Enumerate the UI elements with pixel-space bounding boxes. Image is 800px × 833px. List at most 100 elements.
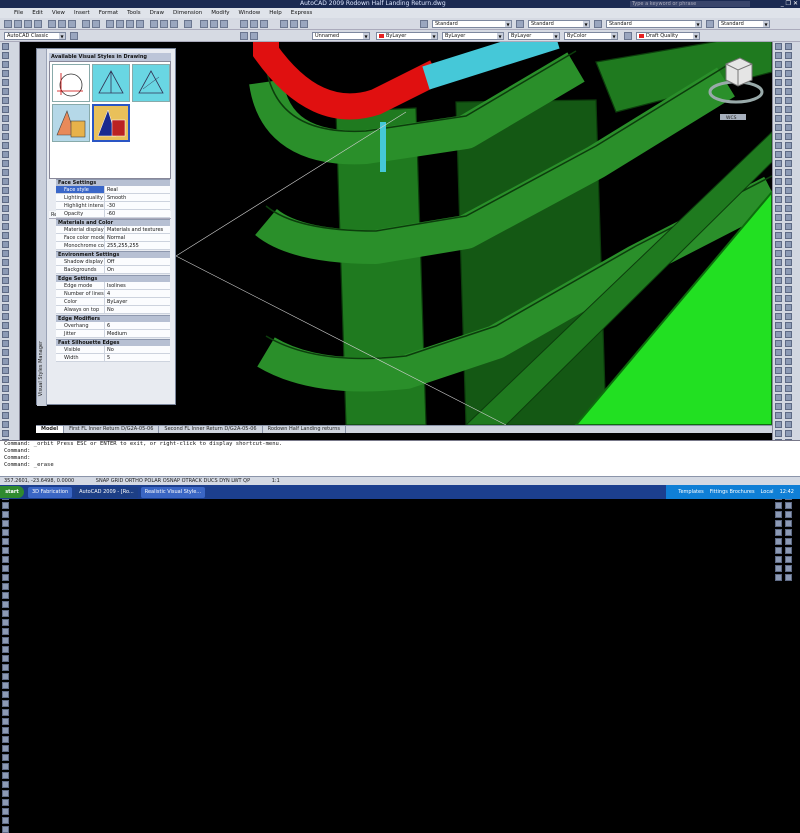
draw-tool-icon[interactable]: [2, 430, 9, 437]
modify-tool-icon[interactable]: [775, 214, 782, 221]
mleader-style-icon[interactable]: [706, 20, 714, 28]
modify-tool-icon[interactable]: [775, 142, 782, 149]
modify-tool-icon[interactable]: [775, 502, 782, 509]
table-style-select[interactable]: Standard ▼: [606, 20, 702, 28]
draw-tool-icon[interactable]: [2, 250, 9, 257]
draw-tool-icon[interactable]: [2, 106, 9, 113]
property-value[interactable]: 5: [104, 354, 170, 361]
draw-tool-icon[interactable]: [2, 385, 9, 392]
modify-tool-icon[interactable]: [785, 322, 792, 329]
layout-tab[interactable]: Second FL Inner Return D/G2A-05-06: [159, 426, 263, 433]
modify-tool-icon[interactable]: [785, 187, 792, 194]
modify-tool-icon[interactable]: [775, 547, 782, 554]
draw-tool-icon[interactable]: [2, 178, 9, 185]
modify-tool-icon[interactable]: [785, 124, 792, 131]
menu-tools[interactable]: Tools: [127, 10, 141, 16]
modify-tool-icon[interactable]: [785, 97, 792, 104]
modify-tool-icon[interactable]: [785, 106, 792, 113]
style-thumb-realistic[interactable]: [92, 104, 130, 142]
modify-tool-icon[interactable]: [785, 241, 792, 248]
modify-tool-icon[interactable]: [775, 538, 782, 545]
draw-tool-icon[interactable]: [2, 673, 9, 680]
draw-tool-icon[interactable]: [2, 295, 9, 302]
color-select[interactable]: ByLayer ▼: [376, 32, 438, 40]
modify-tool-icon[interactable]: [785, 556, 792, 563]
property-value[interactable]: 6: [104, 322, 170, 329]
draw-tool-icon[interactable]: [2, 583, 9, 590]
draw-tool-icon[interactable]: [2, 88, 9, 95]
draw-tool-icon[interactable]: [2, 637, 9, 644]
property-value[interactable]: Materials and textures: [104, 226, 170, 233]
modify-tool-icon[interactable]: [775, 160, 782, 167]
modify-tool-icon[interactable]: [785, 565, 792, 572]
modify-tool-icon[interactable]: [775, 511, 782, 518]
modify-tool-icon[interactable]: [785, 412, 792, 419]
section-header[interactable]: Face Settings: [56, 179, 170, 186]
menu-draw[interactable]: Draw: [150, 10, 164, 16]
modify-tool-icon[interactable]: [775, 196, 782, 203]
draw-tool-icon[interactable]: [2, 520, 9, 527]
visual-style-icon[interactable]: [240, 20, 248, 28]
draw-tool-icon[interactable]: [2, 196, 9, 203]
layout-tab[interactable]: Rodown Half Landing returns: [263, 426, 346, 433]
draw-tool-icon[interactable]: [2, 124, 9, 131]
taskbar-button[interactable]: Realistic Visual Style...: [140, 486, 206, 498]
modify-tool-icon[interactable]: [785, 214, 792, 221]
draw-tool-icon[interactable]: [2, 511, 9, 518]
property-row[interactable]: Face color mode Normal: [56, 234, 170, 242]
modify-tool-icon[interactable]: [775, 385, 782, 392]
modify-tool-icon[interactable]: [775, 313, 782, 320]
property-value[interactable]: No: [104, 306, 170, 313]
draw-tool-icon[interactable]: [2, 187, 9, 194]
camera-icon[interactable]: [220, 20, 228, 28]
draw-tool-icon[interactable]: [2, 700, 9, 707]
draw-tool-icon[interactable]: [2, 349, 9, 356]
viewcube-wcs-label[interactable]: WCS: [726, 115, 737, 121]
section-header[interactable]: Fast Silhouette Edges: [56, 339, 170, 346]
modify-tool-icon[interactable]: [785, 268, 792, 275]
menu-window[interactable]: Window: [239, 10, 261, 16]
tray-item[interactable]: Fittings Brochures: [710, 489, 755, 495]
draw-tool-icon[interactable]: [2, 241, 9, 248]
draw-tool-icon[interactable]: [2, 340, 9, 347]
table-style-icon[interactable]: [594, 20, 602, 28]
modify-tool-icon[interactable]: [775, 241, 782, 248]
draw-tool-icon[interactable]: [2, 565, 9, 572]
draw-tool-icon[interactable]: [2, 682, 9, 689]
modify-tool-icon[interactable]: [775, 574, 782, 581]
modify-tool-icon[interactable]: [785, 520, 792, 527]
modify-tool-icon[interactable]: [775, 430, 782, 437]
modify-tool-icon[interactable]: [775, 322, 782, 329]
modify-tool-icon[interactable]: [775, 223, 782, 230]
draw-tool-icon[interactable]: [2, 592, 9, 599]
property-value[interactable]: No: [104, 346, 170, 353]
modify-tool-icon[interactable]: [785, 385, 792, 392]
property-row[interactable]: Always on top No: [56, 306, 170, 314]
draw-tool-icon[interactable]: [2, 133, 9, 140]
draw-tool-icon[interactable]: [2, 169, 9, 176]
draw-tool-icon[interactable]: [2, 664, 9, 671]
property-value[interactable]: Smooth: [104, 194, 170, 201]
modify-tool-icon[interactable]: [785, 223, 792, 230]
modify-tool-icon[interactable]: [775, 367, 782, 374]
modify-tool-icon[interactable]: [775, 304, 782, 311]
property-value[interactable]: Normal: [104, 234, 170, 241]
draw-tool-icon[interactable]: [2, 727, 9, 734]
draw-tool-icon[interactable]: [2, 403, 9, 410]
help-icon[interactable]: [184, 20, 192, 28]
menu-help[interactable]: Help: [269, 10, 282, 16]
draw-tool-icon[interactable]: [2, 826, 9, 833]
zoom-icon[interactable]: [116, 20, 124, 28]
draw-tool-icon[interactable]: [2, 646, 9, 653]
light-icon[interactable]: [280, 20, 288, 28]
modify-tool-icon[interactable]: [775, 97, 782, 104]
modify-tool-icon[interactable]: [775, 250, 782, 257]
layer-previous-icon[interactable]: [250, 32, 258, 40]
property-row[interactable]: Monochrome color255,255,255: [56, 242, 170, 250]
style-thumb-conceptual[interactable]: [52, 104, 90, 142]
property-value[interactable]: Real: [104, 186, 170, 193]
materials-icon[interactable]: [260, 20, 268, 28]
draw-tool-icon[interactable]: [2, 799, 9, 806]
search-input[interactable]: Type a keyword or phrase: [630, 1, 750, 7]
modify-tool-icon[interactable]: [785, 376, 792, 383]
